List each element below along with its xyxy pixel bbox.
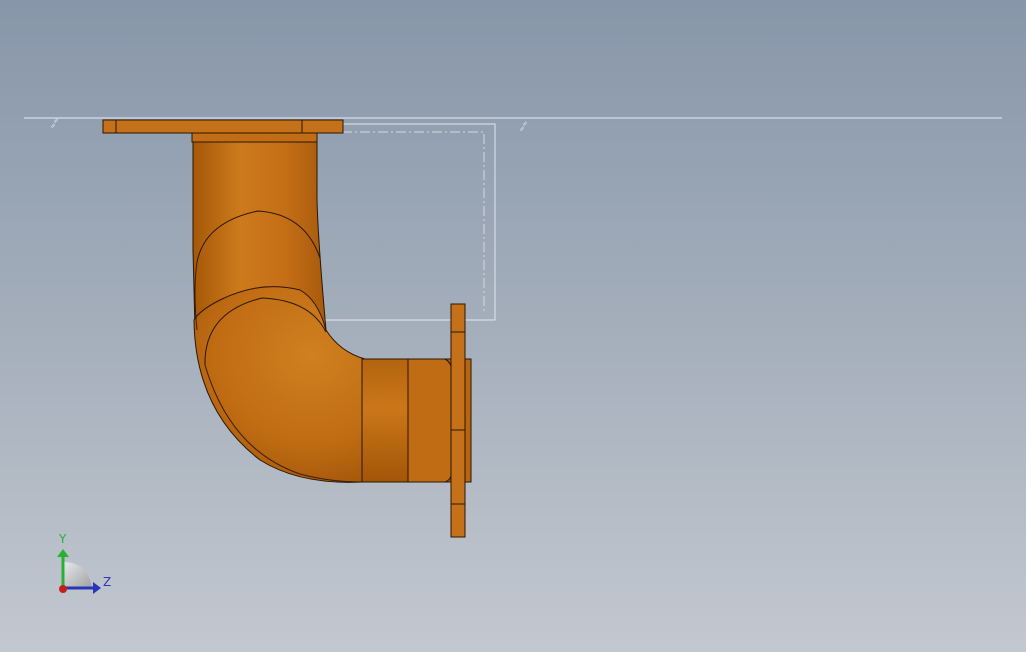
triad-y-label: Y xyxy=(59,532,67,546)
triad-plane-fan xyxy=(63,562,92,588)
triad-x-axis-dot xyxy=(59,585,67,593)
sketch-outline[interactable] xyxy=(325,123,496,321)
side-flange[interactable] xyxy=(450,303,466,538)
triad-z-label: Z xyxy=(103,575,112,589)
graphics-viewport[interactable]: ≈≈ ≈≈ Y Z xyxy=(0,0,1026,652)
top-flange[interactable] xyxy=(102,119,344,134)
centerline[interactable] xyxy=(342,131,485,312)
side-flange-face[interactable] xyxy=(464,358,472,483)
triad-y-arrow-icon xyxy=(57,549,69,557)
view-triad[interactable] xyxy=(57,549,101,594)
pipe-neck[interactable] xyxy=(407,358,453,483)
top-flange-hub[interactable] xyxy=(191,132,318,143)
model-scene[interactable]: ≈≈ ≈≈ xyxy=(0,0,1026,652)
plane-tag-right: ≈≈ xyxy=(517,119,530,133)
triad-z-arrow-icon xyxy=(93,582,101,594)
